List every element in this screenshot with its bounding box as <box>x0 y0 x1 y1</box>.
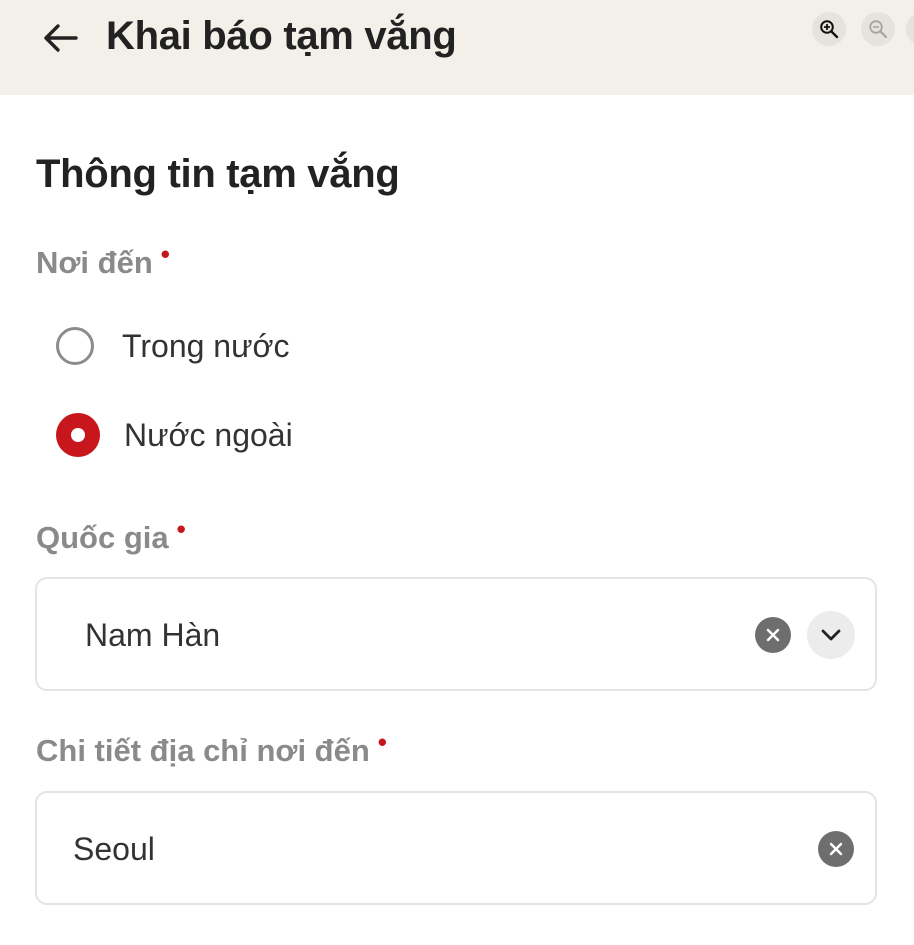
zoom-out-button[interactable] <box>861 12 895 46</box>
country-select[interactable]: Nam Hàn <box>35 577 877 691</box>
destination-label-text: Nơi đến <box>36 245 153 280</box>
toolbar-button-partial[interactable] <box>906 12 914 46</box>
clear-icon <box>829 842 843 856</box>
country-select-value: Nam Hàn <box>85 617 221 653</box>
country-label-text: Quốc gia <box>36 520 169 555</box>
app-header: Khai báo tạm vắng <box>0 0 914 95</box>
address-detail-value: Seoul <box>73 831 155 867</box>
address-clear-button[interactable] <box>818 831 854 867</box>
zoom-in-button[interactable] <box>812 12 846 46</box>
address-detail-label-text: Chi tiết địa chỉ nơi đến <box>36 733 370 768</box>
arrow-left-icon <box>44 24 78 52</box>
chevron-down-icon <box>821 629 841 641</box>
zoom-out-icon <box>869 20 888 39</box>
country-clear-button[interactable] <box>755 617 791 653</box>
radio-label-abroad: Nước ngoài <box>124 416 293 453</box>
required-marker: • <box>160 239 170 269</box>
address-detail-input[interactable]: Seoul <box>35 791 877 905</box>
zoom-in-icon <box>820 20 839 39</box>
radio-abroad[interactable] <box>56 413 100 457</box>
destination-label: Nơi đến • <box>36 239 170 281</box>
radio-label-domestic: Trong nước <box>122 327 290 364</box>
country-dropdown-button[interactable] <box>807 611 855 659</box>
page-title: Khai báo tạm vắng <box>106 14 457 58</box>
radio-option-abroad[interactable]: Nước ngoài <box>56 411 293 459</box>
clear-icon <box>766 628 780 642</box>
required-marker: • <box>377 727 387 757</box>
country-label: Quốc gia • <box>36 514 186 556</box>
radio-domestic[interactable] <box>56 327 94 365</box>
back-button[interactable] <box>38 18 82 58</box>
section-title: Thông tin tạm vắng <box>36 152 400 196</box>
required-marker: • <box>176 514 186 544</box>
address-detail-label: Chi tiết địa chỉ nơi đến • <box>36 727 387 769</box>
radio-option-domestic[interactable]: Trong nước <box>56 322 290 370</box>
